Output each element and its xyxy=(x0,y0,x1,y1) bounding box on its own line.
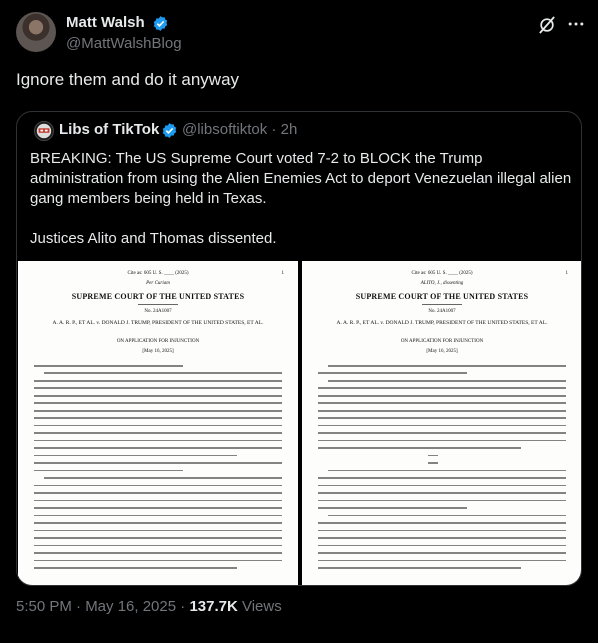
views-label: Views xyxy=(241,598,282,615)
doc-page-number: 1 xyxy=(565,271,569,276)
quoted-author-handle: @libsoftiktok xyxy=(182,121,268,138)
quoted-post[interactable]: Libs of TikTok @libsoftiktok · 2h BREAKI… xyxy=(16,111,582,586)
quoted-paragraph-2: Justices Alito and Thomas dissented. xyxy=(30,230,277,247)
libs-of-tiktok-logo-icon xyxy=(36,123,52,139)
doc-caption: A. A. R. P., ET AL. v. DONALD J. TRUMP, … xyxy=(52,320,264,326)
more-options-icon[interactable] xyxy=(566,14,586,34)
grok-icon[interactable] xyxy=(537,15,557,35)
doc-cite: Cite as: 605 U. S. ____ (2025) xyxy=(411,271,473,276)
doc-court-title: SUPREME COURT OF THE UNITED STATES xyxy=(71,292,245,301)
verified-badge-icon xyxy=(162,123,177,138)
doc-application: ON APPLICATION FOR INJUNCTION xyxy=(400,339,484,344)
doc-date: [May 16, 2025] xyxy=(142,349,174,354)
quoted-post-text: BREAKING: The US Supreme Court voted 7-2… xyxy=(30,149,575,249)
document-image-left[interactable]: Cite as: 605 U. S. ____ (2025) 1 Per Cur… xyxy=(18,261,298,585)
post-timestamp[interactable]: 5:50 PM · May 16, 2025 xyxy=(16,598,176,615)
quoted-author-meta[interactable]: @libsoftiktok · 2h xyxy=(182,121,297,138)
quoted-author-name[interactable]: Libs of TikTok xyxy=(59,121,159,138)
quoted-paragraph-1: BREAKING: The US Supreme Court voted 7-2… xyxy=(30,150,572,207)
tweet-text: Ignore them and do it anyway xyxy=(16,70,240,89)
doc-court-title: SUPREME COURT OF THE UNITED STATES xyxy=(355,292,529,301)
doc-docket: No. 24A1007 xyxy=(144,309,172,314)
document-image-right[interactable]: Cite as: 605 U. S. ____ (2025) 1 ALITO, … xyxy=(302,261,581,585)
doc-page-number: 1 xyxy=(281,271,285,276)
author-name[interactable]: Matt Walsh xyxy=(66,14,145,31)
post: Matt Walsh @MattWalshBlog Ignore them an… xyxy=(0,0,598,643)
views-count: 137.7K xyxy=(189,598,238,615)
post-meta: 5:50 PM · May 16, 2025 · 137.7K Views xyxy=(16,598,282,615)
author-handle[interactable]: @MattWalshBlog xyxy=(66,35,182,52)
doc-divider xyxy=(138,304,178,305)
doc-application: ON APPLICATION FOR INJUNCTION xyxy=(116,339,200,344)
doc-body-text xyxy=(318,365,566,575)
quoted-post-time[interactable]: 2h xyxy=(281,121,298,138)
doc-body-text xyxy=(34,365,282,575)
doc-subheading: ALITO, J., dissenting xyxy=(420,281,464,286)
author-avatar[interactable] xyxy=(16,12,56,52)
verified-badge-icon xyxy=(153,16,168,31)
meta-separator: · xyxy=(271,121,277,138)
attached-images[interactable]: Cite as: 605 U. S. ____ (2025) 1 Per Cur… xyxy=(18,261,581,585)
doc-docket: No. 24A1007 xyxy=(428,309,456,314)
quoted-author-avatar[interactable] xyxy=(34,121,54,141)
doc-subheading: Per Curiam xyxy=(146,281,170,286)
meta-separator: · xyxy=(180,598,186,615)
doc-caption: A. A. R. P., ET AL. v. DONALD J. TRUMP, … xyxy=(336,320,548,326)
doc-divider xyxy=(422,304,462,305)
doc-cite: Cite as: 605 U. S. ____ (2025) xyxy=(127,271,189,276)
doc-date: [May 16, 2025] xyxy=(426,349,458,354)
